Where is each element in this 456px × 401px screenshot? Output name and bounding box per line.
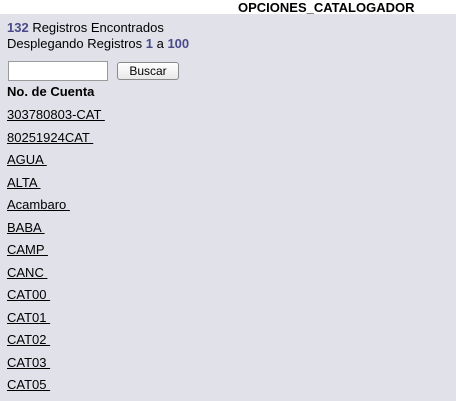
page-title: OPCIONES_CATALOGADOR — [238, 0, 415, 15]
record-link[interactable]: CAT03 — [7, 355, 105, 378]
record-link[interactable]: BABA — [7, 220, 105, 243]
record-link[interactable]: AGUA — [7, 152, 105, 175]
search-input[interactable] — [8, 61, 108, 81]
search-button[interactable]: Buscar — [117, 62, 179, 80]
list-item: CAT00 — [7, 287, 105, 310]
record-link[interactable]: CAT01 — [7, 310, 105, 333]
record-link[interactable]: ALTA — [7, 175, 105, 198]
records-list: 303780803-CAT 80251924CAT AGUA ALTA Acam… — [7, 107, 105, 400]
list-item: CAT05 — [7, 377, 105, 400]
record-link[interactable]: CAT05 — [7, 377, 105, 400]
records-showing-line: Desplegando Registros 1 a 100 — [7, 36, 189, 52]
records-found-line: 132 Registros Encontrados — [7, 20, 189, 36]
records-found-label: Registros Encontrados — [28, 20, 164, 35]
records-range-separator: a — [152, 36, 168, 51]
list-item: CAT03 — [7, 355, 105, 378]
record-link[interactable]: 80251924CAT — [7, 130, 105, 153]
list-item: CAMP — [7, 242, 105, 265]
list-item: CAT02 — [7, 332, 105, 355]
list-item: CAT01 — [7, 310, 105, 333]
record-link[interactable]: CAMP — [7, 242, 105, 265]
list-item: CANC — [7, 265, 105, 288]
list-item: 303780803-CAT — [7, 107, 105, 130]
records-total: 132 — [7, 20, 29, 35]
record-link[interactable]: CAT00 — [7, 287, 105, 310]
title-bar: OPCIONES_CATALOGADOR — [0, 0, 456, 15]
results-status: 132 Registros Encontrados Desplegando Re… — [7, 20, 189, 52]
record-link[interactable]: 303780803-CAT — [7, 107, 105, 130]
catalog-page: OPCIONES_CATALOGADOR 132 Registros Encon… — [0, 0, 456, 401]
list-item: Acambaro — [7, 197, 105, 220]
list-item: AGUA — [7, 152, 105, 175]
account-column-header: No. de Cuenta — [7, 84, 95, 99]
list-item: 80251924CAT — [7, 130, 105, 153]
records-range-start: 1 — [145, 36, 153, 51]
results-panel: 132 Registros Encontrados Desplegando Re… — [0, 14, 456, 401]
records-range-end: 100 — [167, 36, 190, 51]
record-link[interactable]: CAT02 — [7, 332, 105, 355]
list-item: BABA — [7, 220, 105, 243]
list-item: ALTA — [7, 175, 105, 198]
record-link[interactable]: CANC — [7, 265, 105, 288]
records-showing-label: Desplegando Registros — [7, 36, 146, 51]
record-link[interactable]: Acambaro — [7, 197, 105, 220]
